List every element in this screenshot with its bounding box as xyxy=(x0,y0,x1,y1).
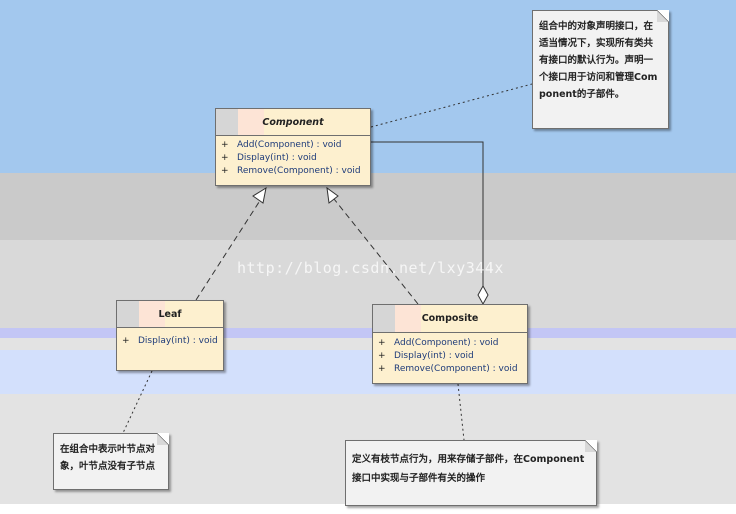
operation-row[interactable]: + Remove(Component) : void xyxy=(216,165,370,178)
note-fold-icon xyxy=(657,10,669,22)
class-leaf-name: Leaf xyxy=(117,301,223,328)
leaf-note-anchor[interactable] xyxy=(122,370,153,434)
note-component-text: 组合中的对象声明接口，在适当情况下，实现所有类共有接口的默认行为。声明一个接口用… xyxy=(539,21,658,100)
visibility-marker: + xyxy=(122,336,130,346)
visibility-marker: + xyxy=(378,364,386,374)
note-fold-icon xyxy=(585,440,597,452)
visibility-marker: + xyxy=(221,153,229,163)
class-component[interactable]: Component + Add(Component) : void + Disp… xyxy=(215,108,371,186)
operation-row[interactable]: + Display(int) : void xyxy=(373,350,527,363)
visibility-marker: + xyxy=(378,351,386,361)
class-leaf-operations: + Display(int) : void xyxy=(117,328,223,350)
leaf-inheritance-line[interactable] xyxy=(195,198,262,301)
composite-inheritance-line[interactable] xyxy=(333,198,419,305)
operation-signature: Remove(Component) : void xyxy=(394,364,518,374)
note-component[interactable]: 组合中的对象声明接口，在适当情况下，实现所有类共有接口的默认行为。声明一个接口用… xyxy=(532,10,669,129)
operation-signature: Display(int) : void xyxy=(237,153,317,163)
operation-signature: Add(Component) : void xyxy=(237,140,342,150)
aggregation-diamond xyxy=(477,284,489,306)
operation-row[interactable]: + Display(int) : void xyxy=(216,152,370,165)
operation-row[interactable]: + Add(Component) : void xyxy=(216,139,370,152)
note-composite-text: 定义有枝节点行为，用来存储子部件，在Component接口中实现与子部件有关的操… xyxy=(352,454,585,484)
note-leaf-text: 在组合中表示叶节点对象，叶节点没有子节点 xyxy=(60,444,156,472)
operation-signature: Display(int) : void xyxy=(394,351,474,361)
class-composite[interactable]: Composite + Add(Component) : void + Disp… xyxy=(372,304,528,384)
visibility-marker: + xyxy=(221,166,229,176)
operation-row[interactable]: + Display(int) : void xyxy=(117,335,223,348)
operation-row[interactable]: + Remove(Component) : void xyxy=(373,363,527,376)
component-note-anchor[interactable] xyxy=(370,83,533,128)
composite-inheritance-arrowhead xyxy=(326,186,339,204)
leaf-inheritance-arrowhead xyxy=(252,186,267,204)
composite-note-anchor[interactable] xyxy=(457,383,465,441)
operation-signature: Add(Component) : void xyxy=(394,338,499,348)
class-component-name: Component xyxy=(216,109,370,136)
operation-signature: Display(int) : void xyxy=(138,336,218,346)
class-composite-name: Composite xyxy=(373,305,527,333)
note-leaf[interactable]: 在组合中表示叶节点对象，叶节点没有子节点 xyxy=(53,433,169,490)
class-composite-operations: + Add(Component) : void + Display(int) :… xyxy=(373,333,527,378)
note-fold-icon xyxy=(157,433,169,445)
class-leaf[interactable]: Leaf + Display(int) : void xyxy=(116,300,224,371)
visibility-marker: + xyxy=(378,338,386,348)
watermark-text: http://blog.csdn.net/lxy344x xyxy=(237,259,504,277)
class-component-operations: + Add(Component) : void + Display(int) :… xyxy=(216,136,370,180)
operation-row[interactable]: + Add(Component) : void xyxy=(373,337,527,350)
operation-signature: Remove(Component) : void xyxy=(237,166,361,176)
visibility-marker: + xyxy=(221,140,229,150)
note-composite[interactable]: 定义有枝节点行为，用来存储子部件，在Component接口中实现与子部件有关的操… xyxy=(345,440,597,506)
